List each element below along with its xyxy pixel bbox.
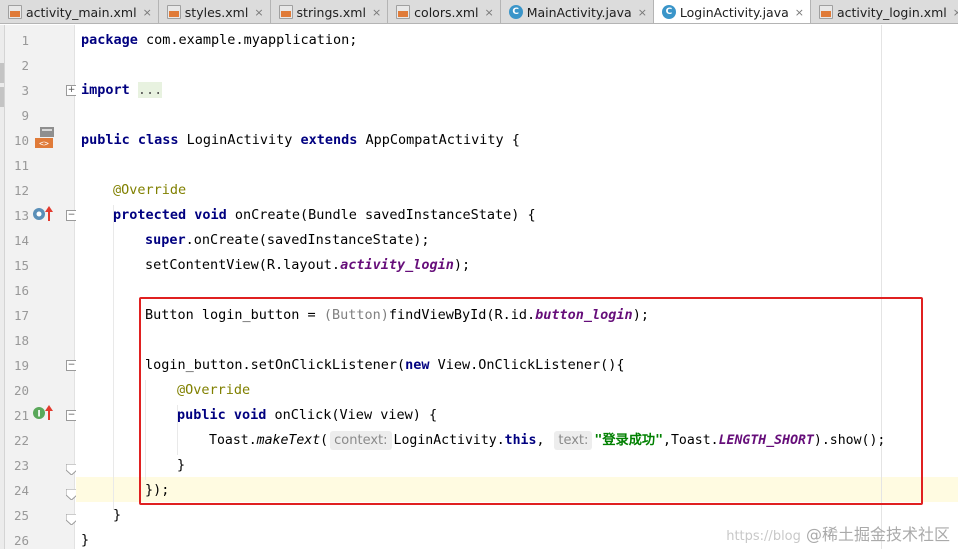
override-method-icon[interactable] <box>31 205 57 223</box>
close-icon[interactable]: × <box>372 6 381 19</box>
line-number[interactable]: 23 <box>7 453 29 478</box>
tab-label: colors.xml <box>414 4 479 20</box>
code-line-1[interactable]: package com.example.myapplication; <box>81 28 357 53</box>
svg-text:<>: <> <box>39 139 49 148</box>
line-number[interactable]: 12 <box>7 178 29 203</box>
code-line-25[interactable]: } <box>113 503 121 528</box>
line-number[interactable]: 14 <box>7 228 29 253</box>
watermark: https://blog @稀土掘金技术社区 <box>726 525 950 544</box>
close-icon[interactable]: × <box>485 6 494 19</box>
line-number[interactable]: 3 <box>7 78 29 103</box>
tab-activity-login-xml[interactable]: activity_login.xml × <box>811 0 958 23</box>
xml-file-icon <box>166 5 181 19</box>
line-number[interactable]: 1 <box>7 28 29 53</box>
line-number[interactable]: 9 <box>7 103 29 128</box>
line-number[interactable]: 17 <box>7 303 29 328</box>
svg-text:I: I <box>37 410 40 420</box>
java-class-icon: C <box>508 5 523 19</box>
implement-method-icon[interactable]: I <box>31 404 57 422</box>
xml-file-icon <box>818 5 833 19</box>
side-strip-marker[interactable] <box>0 87 4 107</box>
line-number[interactable]: 2 <box>7 53 29 78</box>
line-number[interactable]: 19 <box>7 353 29 378</box>
tab-colors-xml[interactable]: colors.xml × <box>388 0 501 23</box>
xml-file-icon <box>278 5 293 19</box>
line-number[interactable]: 15 <box>7 253 29 278</box>
close-icon[interactable]: × <box>953 6 958 19</box>
line-number[interactable]: 11 <box>7 153 29 178</box>
close-icon[interactable]: × <box>143 6 152 19</box>
code-line-14[interactable]: super.onCreate(savedInstanceState); <box>145 228 429 253</box>
tab-label: strings.xml <box>296 4 366 20</box>
line-number[interactable]: 16 <box>7 278 29 303</box>
code-line-12[interactable]: @Override <box>113 178 186 203</box>
class-layout-icon[interactable]: <> <box>33 126 55 150</box>
code-line-3[interactable]: import ... <box>81 78 163 103</box>
code-line-13[interactable]: protected void onCreate(Bundle savedInst… <box>113 203 536 228</box>
xml-file-icon <box>8 5 22 19</box>
tab-styles-xml[interactable]: styles.xml × <box>159 0 271 23</box>
line-number[interactable]: 18 <box>7 328 29 353</box>
tab-strings-xml[interactable]: strings.xml × <box>271 0 389 23</box>
tab-loginactivity-java[interactable]: C LoginActivity.java × <box>653 0 811 23</box>
side-strip-marker[interactable] <box>0 63 4 83</box>
code-line-26[interactable]: } <box>81 528 89 549</box>
line-number[interactable]: 10 <box>7 128 29 153</box>
close-icon[interactable]: × <box>638 6 647 19</box>
tab-activity-main-xml[interactable]: activity_main.xml × <box>0 0 159 23</box>
line-number[interactable]: 25 <box>7 503 29 528</box>
line-number[interactable]: 13 <box>7 203 29 228</box>
editor-tab-bar: activity_main.xml × styles.xml × strings.xml… <box>0 0 958 24</box>
java-class-icon: C <box>661 5 676 19</box>
tab-label: LoginActivity.java <box>679 4 789 20</box>
close-icon[interactable]: × <box>254 6 263 19</box>
close-icon[interactable]: × <box>795 6 804 19</box>
code-line-10[interactable]: public class LoginActivity extends AppCo… <box>81 128 520 153</box>
line-number[interactable]: 21 <box>7 403 29 428</box>
tab-label: activity_main.xml <box>26 4 137 20</box>
tab-label: activity_login.xml <box>836 4 947 20</box>
indent-guide <box>113 205 114 510</box>
xml-file-icon <box>396 5 411 19</box>
line-number[interactable]: 22 <box>7 428 29 453</box>
line-number[interactable]: 20 <box>7 378 29 403</box>
line-number[interactable]: 24 <box>7 478 29 503</box>
line-number[interactable]: 26 <box>7 528 29 549</box>
highlight-annotation-box <box>139 297 923 505</box>
line-number-gutter: <> I + − − − 1 2 3 9 10 11 12 13 14 15 16 17 18 19 20 2… <box>5 25 78 549</box>
code-line-15[interactable]: setContentView(R.layout.activity_login); <box>145 253 470 278</box>
tab-label: styles.xml <box>184 4 249 20</box>
collapsed-imports[interactable]: ... <box>137 82 163 98</box>
tab-mainactivity-java[interactable]: C MainActivity.java × <box>501 0 654 23</box>
tab-label: MainActivity.java <box>526 4 632 20</box>
